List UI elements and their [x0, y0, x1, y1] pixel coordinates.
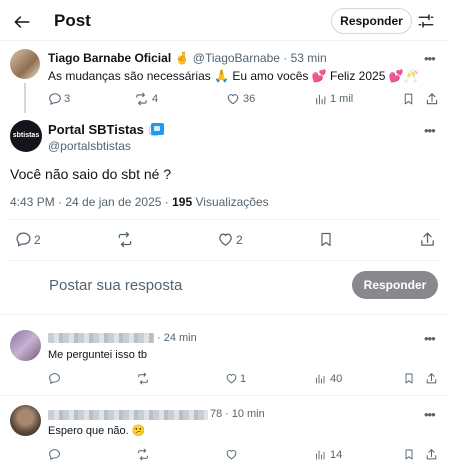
- main-post-author: Portal SBTistas 🍥: [48, 122, 161, 139]
- like-heart-icon[interactable]: [225, 448, 238, 461]
- header-reply-button[interactable]: Responder: [331, 8, 412, 34]
- like-heart-icon[interactable]: [226, 92, 240, 106]
- reply-count: 3: [64, 93, 71, 105]
- like-count: 1: [240, 373, 247, 385]
- header-divider: [0, 40, 450, 41]
- share-icon[interactable]: [425, 448, 438, 461]
- page-title: Post: [54, 11, 91, 30]
- reply-time[interactable]: · 24 min: [157, 331, 197, 345]
- more-options-icon[interactable]: •••: [424, 123, 436, 138]
- like-heart-icon[interactable]: [217, 231, 234, 248]
- author-handle[interactable]: @portalsbtistas: [48, 139, 131, 154]
- repost-icon[interactable]: [116, 231, 134, 248]
- author-name[interactable]: Portal SBTistas: [48, 122, 144, 137]
- reply-handle-suffix[interactable]: 78: [210, 407, 222, 421]
- avatar-logo-text: sbtistas: [12, 132, 40, 139]
- post-timestamp[interactable]: 4:43 PM · 24 de jan de 2025 ·: [10, 195, 172, 209]
- back-arrow-icon[interactable]: [12, 12, 32, 32]
- thread-line: [24, 83, 26, 113]
- reply-icon[interactable]: [48, 448, 61, 461]
- views-label: Visualizações: [195, 195, 269, 209]
- bookmark-icon[interactable]: [403, 372, 415, 385]
- reply-text: Me perguntei isso tb: [48, 349, 148, 361]
- share-icon[interactable]: [419, 231, 436, 248]
- like-count: 36: [243, 93, 256, 105]
- views-count: 14: [330, 449, 343, 461]
- more-options-icon[interactable]: •••: [424, 407, 436, 422]
- repost-icon[interactable]: [136, 448, 150, 461]
- blurred-username: [48, 333, 154, 343]
- repost-icon[interactable]: [134, 92, 149, 106]
- parent-post-text: As mudanças são necessárias 🙏 Eu amo voc…: [48, 69, 419, 83]
- meta-divider: [10, 219, 440, 220]
- settings-sliders-icon[interactable]: [417, 12, 435, 30]
- reply-submit-button[interactable]: Responder: [352, 271, 438, 299]
- avatar[interactable]: [10, 49, 40, 79]
- like-heart-icon[interactable]: [225, 372, 238, 385]
- actions-divider: [10, 260, 440, 261]
- reply-icon[interactable]: [48, 92, 62, 106]
- views-chart-icon[interactable]: [314, 372, 326, 385]
- bookmark-icon[interactable]: [402, 92, 415, 106]
- reply-divider: [0, 395, 450, 396]
- reply-time[interactable]: · 10 min: [225, 407, 265, 421]
- views-count: 195: [172, 195, 193, 209]
- reply-icon[interactable]: [48, 372, 61, 385]
- reply-count: 2: [34, 233, 41, 247]
- bookmark-icon[interactable]: [318, 231, 334, 248]
- author-handle[interactable]: @TiagoBarnabe: [193, 51, 280, 65]
- post-meta: 4:43 PM · 24 de jan de 2025 · 195 Visual…: [10, 195, 269, 210]
- share-icon[interactable]: [425, 92, 439, 106]
- views-chart-icon[interactable]: [314, 92, 327, 106]
- avatar[interactable]: sbtistas: [10, 120, 42, 152]
- views-count: 40: [330, 373, 343, 385]
- avatar[interactable]: [10, 405, 41, 436]
- reply-icon[interactable]: [15, 231, 32, 248]
- reply-text: Espero que não. 😕: [48, 425, 146, 437]
- parent-post-header: Tiago Barnabe Oficial 🤞 @TiagoBarnabe · …: [48, 51, 327, 66]
- verified-emoji: 🤞: [174, 51, 190, 65]
- main-post-text: Você não saio do sbt né ?: [10, 166, 172, 182]
- bookmark-icon[interactable]: [403, 448, 415, 461]
- author-name[interactable]: Tiago Barnabe Oficial: [48, 51, 171, 65]
- post-time[interactable]: · 53 min: [283, 51, 326, 65]
- tv-emoji-icon: [151, 123, 164, 135]
- views-chart-icon[interactable]: [314, 448, 326, 461]
- avatar[interactable]: [10, 330, 41, 361]
- reply-input[interactable]: Postar sua resposta: [49, 276, 329, 296]
- more-options-icon[interactable]: •••: [424, 331, 436, 346]
- share-icon[interactable]: [425, 372, 438, 385]
- like-count: 2: [236, 233, 243, 247]
- more-options-icon[interactable]: •••: [424, 51, 436, 66]
- composer-divider: [0, 314, 450, 315]
- repost-icon[interactable]: [136, 372, 150, 385]
- views-count: 1 mil: [330, 93, 354, 105]
- blurred-username: [48, 410, 208, 420]
- repost-count: 4: [152, 93, 159, 105]
